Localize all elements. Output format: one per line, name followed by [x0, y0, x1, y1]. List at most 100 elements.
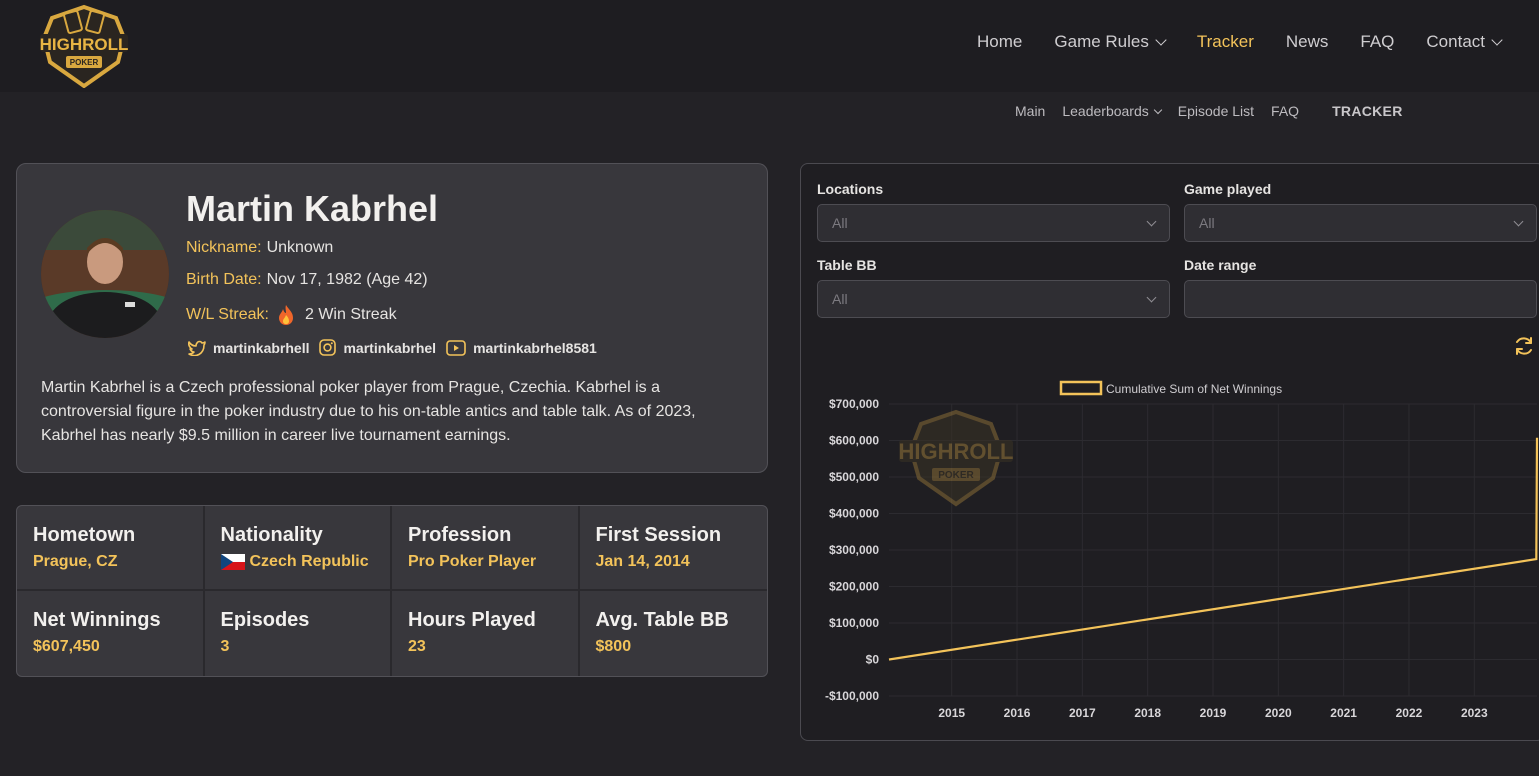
- stat-title: Profession: [408, 524, 512, 546]
- stat-value-wrap: Czech Republic: [220, 553, 375, 571]
- nav-tracker[interactable]: Tracker: [1197, 32, 1254, 52]
- highroll-poker-logo[interactable]: HIGHROLL POKER: [38, 4, 130, 88]
- stat-title: Hometown: [33, 524, 136, 546]
- player-stats-grid: Hometown Prague, CZ Nationality Czech Rep…: [16, 505, 768, 677]
- nickname-value: Unknown: [266, 239, 334, 256]
- chevron-down-icon: [1155, 34, 1167, 46]
- stat-hometown: Hometown Prague, CZ: [17, 506, 205, 591]
- x-tick-label: 2018: [1134, 706, 1161, 720]
- refresh-icon[interactable]: [1513, 335, 1535, 357]
- youtube-handle: martinkabrhel8581: [473, 339, 597, 356]
- stat-value: Pro Poker Player: [408, 553, 537, 570]
- x-tick-label: 2015: [938, 706, 965, 720]
- x-tick-label: 2020: [1265, 706, 1292, 720]
- subnav-main[interactable]: Main: [1015, 103, 1045, 119]
- y-tick-label: $700,000: [829, 397, 879, 411]
- subnav-leaderboards[interactable]: Leaderboards: [1062, 103, 1163, 119]
- date-range-label: Date range: [1184, 257, 1257, 273]
- chevron-down-icon: [1153, 105, 1163, 114]
- table-bb-label: Table BB: [817, 257, 877, 273]
- instagram-link[interactable]: martinkabrhel: [319, 339, 436, 356]
- birth-date-value: Nov 17, 1982 (Age 42): [266, 271, 428, 288]
- stat-value: $607,450: [33, 638, 100, 655]
- stat-value: 3: [220, 638, 230, 655]
- x-tick-label: 2023: [1461, 706, 1488, 720]
- stat-title: Net Winnings: [33, 609, 161, 631]
- watermark-text: HIGHROLL: [899, 439, 1014, 464]
- twitter-icon: [188, 340, 206, 356]
- y-tick-label: $600,000: [829, 434, 879, 448]
- logo-text: HIGHROLL: [40, 35, 129, 54]
- table-bb-value: All: [832, 291, 848, 307]
- y-tick-label: $200,000: [829, 580, 879, 594]
- net-winnings-chart: HIGHROLL POKER Cumulative Sum of Net Win…: [825, 380, 1539, 720]
- nav-news-label: News: [1285, 32, 1329, 51]
- top-header: HIGHROLL POKER Home Game Rules Tracker N…: [0, 0, 1539, 92]
- player-name: Martin Kabrhel: [186, 188, 439, 229]
- subnav-episode-list[interactable]: Episode List: [1178, 103, 1254, 119]
- date-range-input[interactable]: [1184, 280, 1537, 318]
- fire-icon: [278, 305, 293, 325]
- y-tick-label: $500,000: [829, 470, 879, 484]
- x-tick-label: 2017: [1069, 706, 1096, 720]
- nav-faq[interactable]: FAQ: [1360, 32, 1394, 52]
- stat-value: $800: [595, 638, 632, 655]
- x-tick-label: 2016: [1004, 706, 1031, 720]
- nav-news[interactable]: News: [1286, 32, 1329, 52]
- stat-title: Episodes: [220, 609, 310, 631]
- stat-net-winnings: Net Winnings $607,450: [17, 591, 205, 676]
- stat-title: Avg. Table BB: [595, 609, 729, 631]
- locations-select[interactable]: All: [817, 204, 1170, 242]
- y-tick-label: -$100,000: [825, 689, 879, 703]
- x-tick-label: 2022: [1396, 706, 1423, 720]
- chevron-down-icon: [1491, 34, 1503, 46]
- game-played-label: Game played: [1184, 181, 1272, 197]
- subnav-tracker[interactable]: TRACKER: [1332, 103, 1403, 119]
- nickname-label: Nickname:: [186, 239, 262, 256]
- instagram-handle: martinkabrhel: [343, 339, 437, 356]
- y-tick-label: $100,000: [829, 616, 879, 630]
- main-nav: Home Game Rules Tracker News FAQ Contact: [977, 0, 1503, 84]
- chart-y-axis: $700,000 $600,000 $500,000 $400,000 $300,000…: [825, 397, 879, 703]
- nav-faq-label: FAQ: [1360, 32, 1395, 51]
- table-bb-select[interactable]: All: [817, 280, 1170, 318]
- locations-label: Locations: [817, 181, 884, 197]
- y-tick-label: $400,000: [829, 507, 879, 521]
- stat-title: First Session: [595, 524, 722, 546]
- youtube-link[interactable]: martinkabrhel8581: [446, 340, 597, 356]
- locations-value: All: [832, 215, 848, 231]
- tracker-panel: Locations All Game played All Table BB A…: [800, 163, 1539, 741]
- instagram-icon: [319, 339, 337, 356]
- watermark-subtext: POKER: [938, 470, 974, 481]
- nav-game-rules-label: Game Rules: [1054, 32, 1149, 51]
- y-tick-label: $0: [866, 653, 880, 667]
- twitter-link[interactable]: martinkabrhell: [188, 340, 309, 356]
- stat-hours-played: Hours Played 23: [392, 591, 580, 676]
- czech-flag-icon: [220, 554, 245, 570]
- chevron-down-icon: [1513, 216, 1524, 226]
- player-bio: Martin Kabrhel is a Czech professional p…: [41, 379, 696, 444]
- nav-contact[interactable]: Contact: [1426, 32, 1503, 52]
- stat-episodes: Episodes 3: [205, 591, 392, 676]
- chevron-down-icon: [1146, 216, 1157, 226]
- x-tick-label: 2019: [1200, 706, 1227, 720]
- nav-contact-label: Contact: [1426, 32, 1485, 51]
- stat-first-session: First Session Jan 14, 2014: [579, 506, 767, 591]
- game-played-select[interactable]: All: [1184, 204, 1537, 242]
- chart-watermark-logo: HIGHROLL POKER: [899, 409, 1014, 507]
- subnav-faq[interactable]: FAQ: [1271, 103, 1299, 119]
- legend-swatch: [1059, 380, 1103, 396]
- birth-date-row: Birth Date: Nov 17, 1982 (Age 42): [186, 271, 428, 289]
- subnav-leaderboards-label: Leaderboards: [1062, 103, 1149, 119]
- stat-value: Prague, CZ: [33, 553, 118, 570]
- nickname-row: Nickname: Unknown: [186, 239, 333, 257]
- game-played-value: All: [1199, 215, 1215, 231]
- legend-label: Cumulative Sum of Net Winnings: [1106, 382, 1282, 396]
- stat-title: Hours Played: [408, 609, 536, 631]
- stat-value: Jan 14, 2014: [595, 553, 690, 570]
- stat-value: 23: [408, 638, 426, 655]
- twitter-handle: martinkabrhell: [213, 339, 310, 356]
- nav-game-rules[interactable]: Game Rules: [1054, 32, 1167, 52]
- chart-x-axis: 2015 2016 2017 2018 2019 2020 2021 2022 2023: [938, 706, 1488, 720]
- nav-home[interactable]: Home: [977, 32, 1022, 52]
